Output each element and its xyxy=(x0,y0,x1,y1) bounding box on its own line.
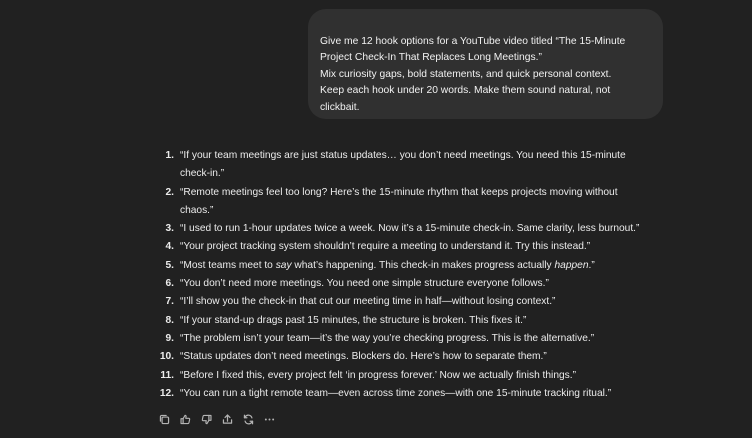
hook-text-part: “Most teams meet to xyxy=(180,259,276,271)
user-message-line: Keep each hook under 20 words. Make them… xyxy=(320,85,611,97)
emphasized-word: happen xyxy=(554,259,589,271)
copy-icon[interactable] xyxy=(156,411,172,427)
hook-list-item: 5. “Most teams meet to say what’s happen… xyxy=(149,257,669,275)
hook-text: “If your stand-up drags past 15 minutes,… xyxy=(180,314,527,326)
user-message-line: Mix curiosity gaps, bold statements, and… xyxy=(320,68,612,80)
user-message-line: Give me 12 hook options for a YouTube vi… xyxy=(320,36,626,47)
hook-text: “I’ll show you the check-in that cut our… xyxy=(180,296,556,308)
user-message-line: clickbait. xyxy=(320,101,360,113)
hook-list-item: 3. “I used to run 1-hour updates twice a… xyxy=(149,220,669,238)
chat-page: Give me 12 hook options for a YouTube vi… xyxy=(0,0,752,438)
list-item-number: 11. xyxy=(160,369,174,381)
hook-list-item: 12. “You can run a tight remote team—eve… xyxy=(149,385,669,403)
list-item-number: 2. xyxy=(165,186,175,198)
thumbs-down-icon[interactable] xyxy=(198,411,214,427)
list-item-number: 9. xyxy=(165,332,175,344)
hook-list-item: 6. “You don’t need more meetings. You ne… xyxy=(149,275,669,293)
hook-text-line: check-in.” xyxy=(180,168,225,180)
list-item-number: 1. xyxy=(165,150,175,161)
hook-text-part: .” xyxy=(588,259,595,271)
list-item-number: 3. xyxy=(165,223,175,235)
list-item-number: 8. xyxy=(165,314,175,326)
hook-text: “Remote meetings feel too long? Here’s t… xyxy=(180,184,669,221)
emphasized-word: say xyxy=(275,259,292,271)
hook-list-item: 9. “The problem isn’t your team—it’s the… xyxy=(149,330,669,348)
list-item-number: 12. xyxy=(159,387,174,399)
hook-text: “The problem isn’t your team—it’s the wa… xyxy=(180,332,595,344)
list-item-number: 6. xyxy=(165,278,175,290)
hook-list-item: 4. “Your project tracking system shouldn… xyxy=(149,238,669,256)
user-message-line: Project Check-In That Replaces Long Meet… xyxy=(320,52,542,64)
hook-text-line: “If your team meetings are just status u… xyxy=(180,150,626,161)
hook-text: “You can run a tight remote team—even ac… xyxy=(180,387,612,399)
list-item-number: 5. xyxy=(165,259,175,271)
hook-text-line: chaos.” xyxy=(180,204,214,216)
hook-list-item: 8. “If your stand-up drags past 15 minut… xyxy=(149,312,669,330)
list-item-number: 4. xyxy=(165,241,175,253)
hook-list-item: 1. “If your team meetings are just statu… xyxy=(149,147,669,184)
more-options-icon[interactable] xyxy=(261,411,277,427)
hook-text: “If your team meetings are just status u… xyxy=(180,147,669,184)
hook-list-item: 11. “Before I fixed this, every project … xyxy=(149,367,669,385)
hook-text: “Before I fixed this, every project felt… xyxy=(180,369,576,381)
list-item-number: 7. xyxy=(165,296,175,308)
thumbs-up-icon[interactable] xyxy=(177,411,193,427)
hook-text-line: “Remote meetings feel too long? Here’s t… xyxy=(180,186,618,198)
hook-list-item: 10. “Status updates don’t need meetings.… xyxy=(149,348,669,366)
hook-text: “Most teams meet to say what’s happening… xyxy=(180,257,669,275)
hook-text-part: what’s happening. This check-in makes pr… xyxy=(291,259,555,271)
hook-text: “You don’t need more meetings. You need … xyxy=(180,278,549,290)
assistant-response-list: 1. “If your team meetings are just statu… xyxy=(149,147,669,403)
hook-text: “I used to run 1-hour updates twice a we… xyxy=(180,223,640,235)
list-item-number: 10. xyxy=(159,351,174,363)
hook-list-item: 2. “Remote meetings feel too long? Here’… xyxy=(149,184,669,221)
user-message-bubble: Give me 12 hook options for a YouTube vi… xyxy=(308,9,663,119)
share-icon[interactable] xyxy=(219,411,235,427)
regenerate-icon[interactable] xyxy=(240,411,256,427)
hook-text: “Your project tracking system shouldn’t … xyxy=(180,241,591,253)
response-actions xyxy=(156,411,277,427)
hook-list-item: 7. “I’ll show you the check-in that cut … xyxy=(149,293,669,311)
hook-text: “Status updates don’t need meetings. Blo… xyxy=(180,351,547,363)
